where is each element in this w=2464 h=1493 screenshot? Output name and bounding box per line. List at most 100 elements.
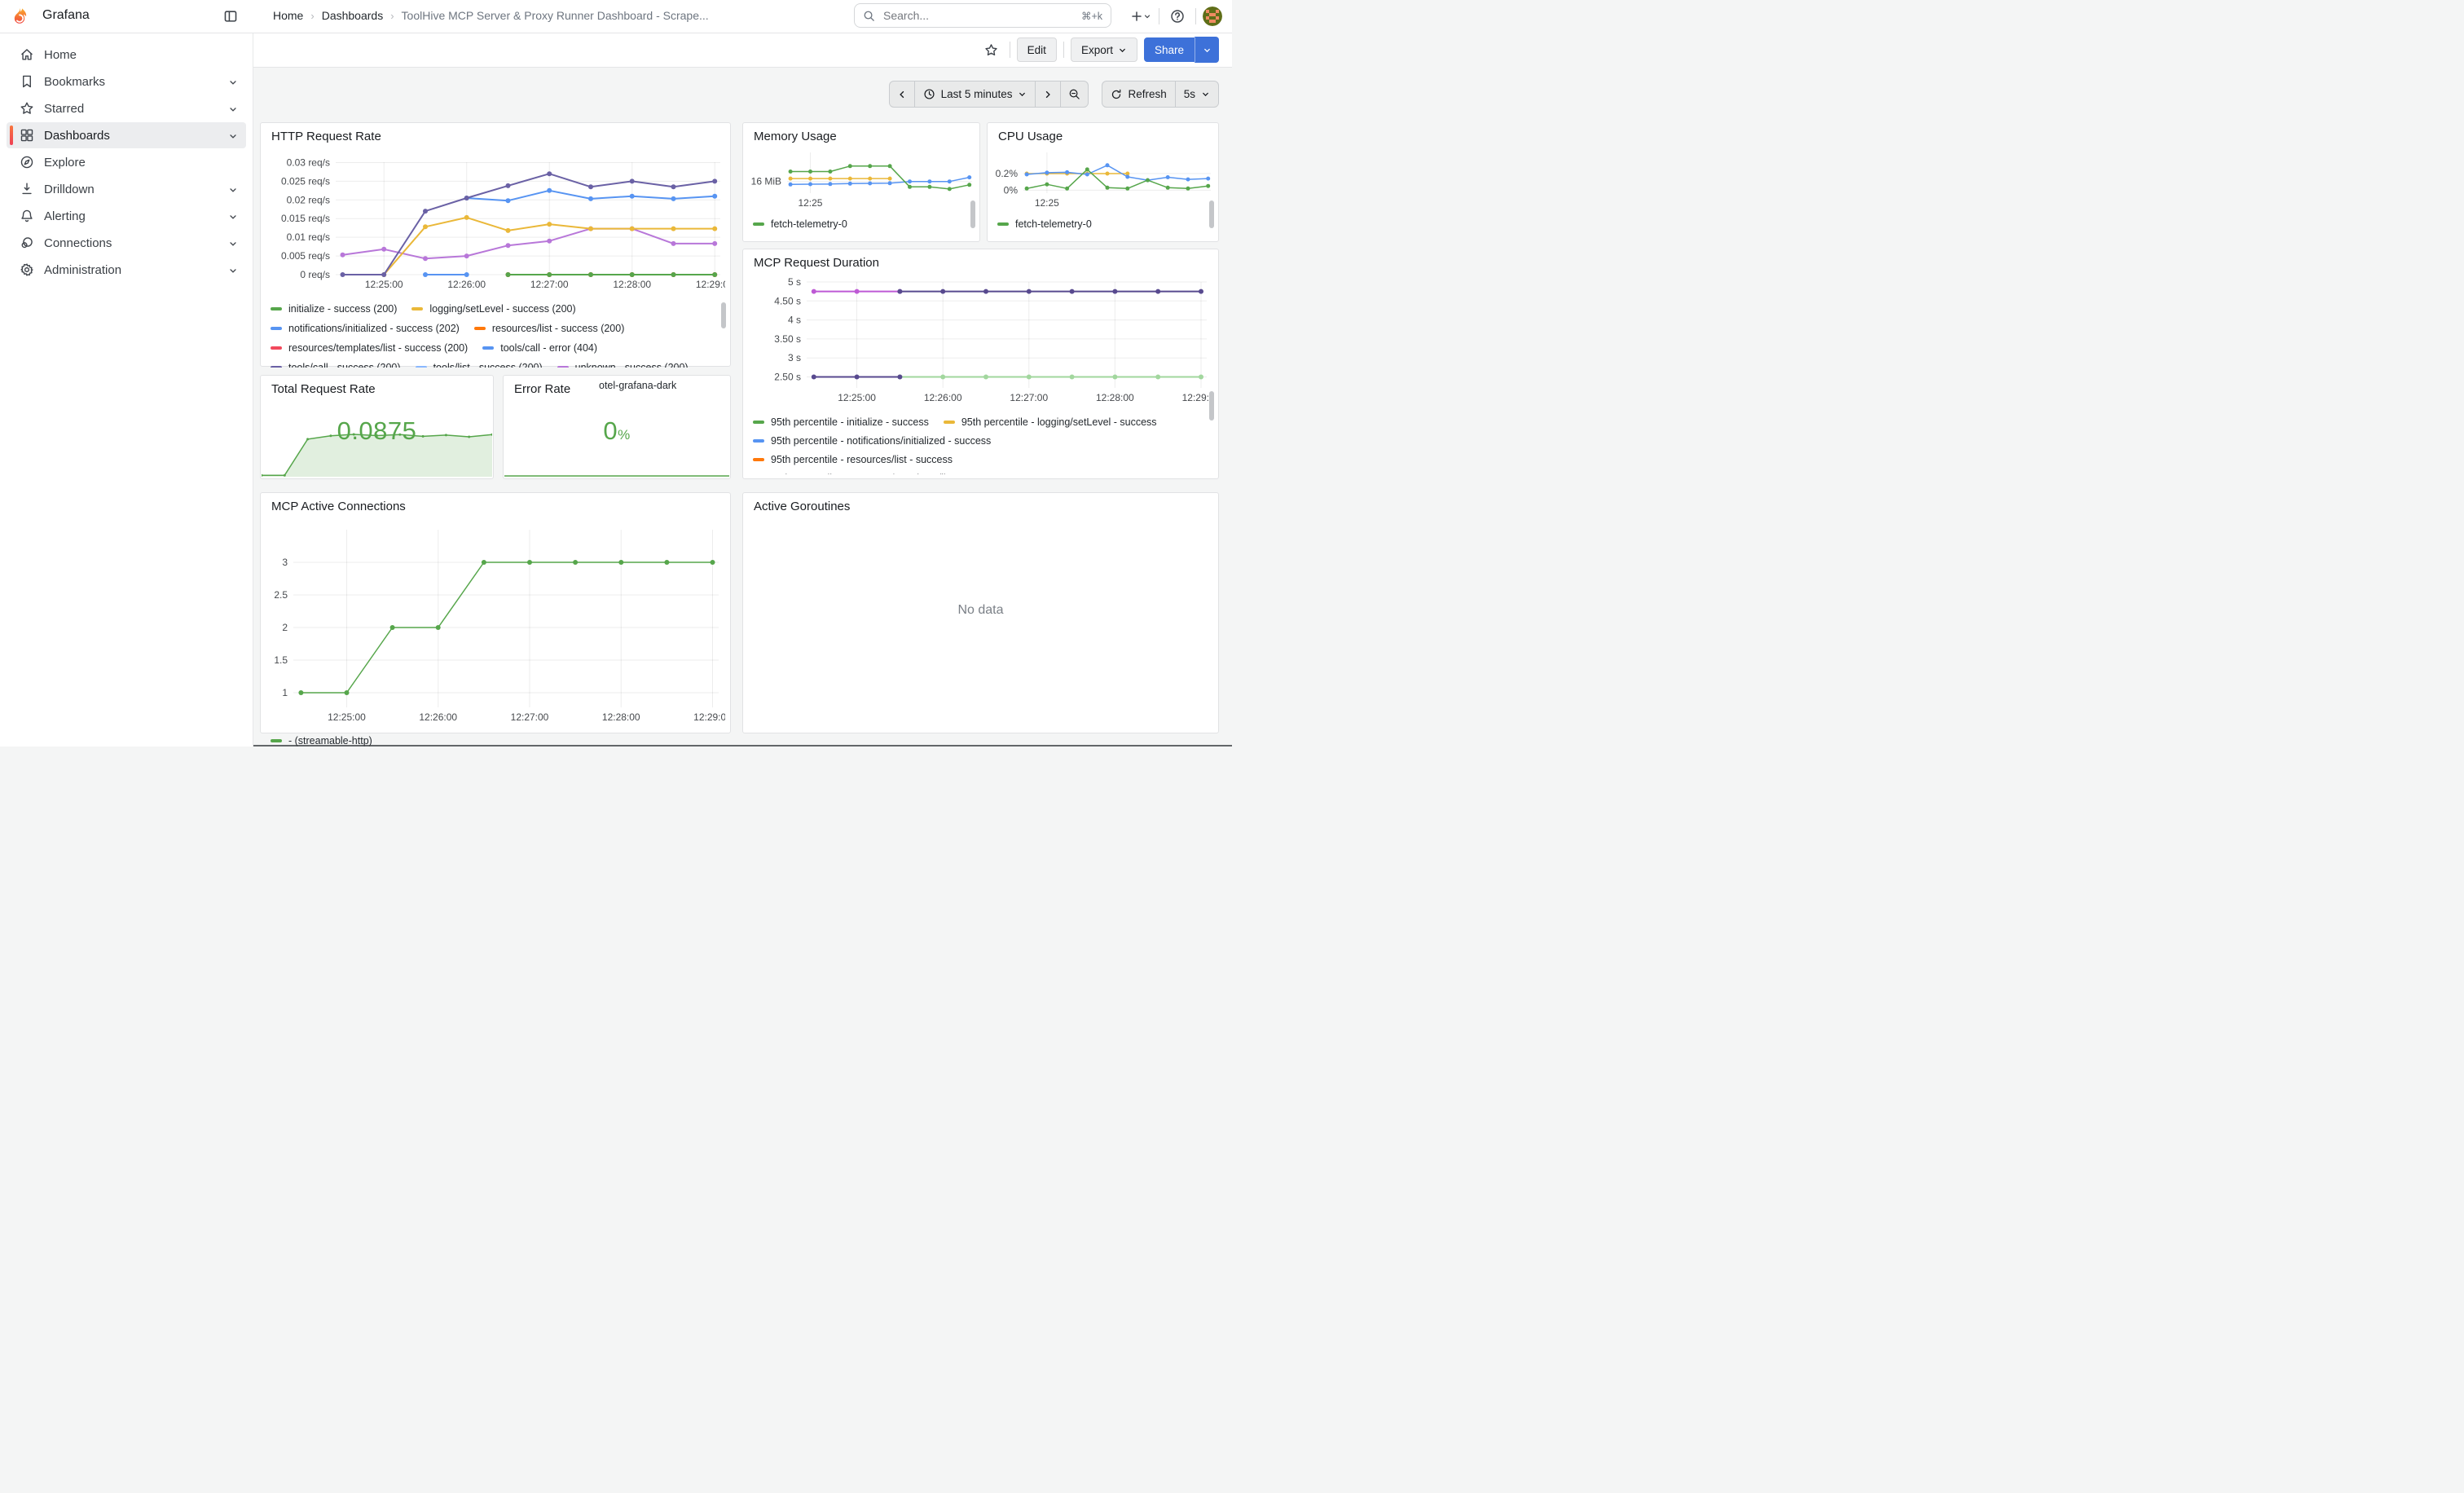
panel-title[interactable]: CPU Usage [998, 130, 1063, 143]
search-shortcut: ⌘+k [1081, 10, 1102, 22]
svg-text:12:26:00: 12:26:00 [924, 392, 962, 403]
svg-text:16 MiB: 16 MiB [751, 176, 781, 187]
favorite-star-icon[interactable] [980, 38, 1003, 61]
legend-item[interactable]: 95th percentile - resources/templates/li… [753, 473, 1000, 475]
mcp-active-connections-chart[interactable]: 12:25:0012:26:0012:27:0012:28:0012:29:00… [267, 526, 725, 729]
svg-text:12:27:00: 12:27:00 [530, 279, 569, 290]
svg-text:12:28:00: 12:28:00 [1096, 392, 1134, 403]
svg-text:0.01 req/s: 0.01 req/s [287, 231, 330, 243]
legend-scrollbar[interactable] [1209, 391, 1214, 421]
svg-text:12:25:00: 12:25:00 [365, 279, 403, 290]
legend-item[interactable]: fetch-telemetry-0 [997, 218, 1092, 230]
grafana-logo-icon[interactable] [10, 7, 29, 26]
svg-text:1: 1 [282, 687, 288, 698]
panel-title[interactable]: Total Request Rate [271, 382, 376, 396]
legend-item[interactable]: initialize - success (200) [271, 303, 397, 315]
breadcrumb-home[interactable]: Home [273, 9, 303, 22]
legend-item[interactable]: tools/call - error (404) [482, 342, 597, 354]
mcp-request-duration-legend: 95th percentile - initialize - success 95… [753, 412, 1202, 474]
edit-button[interactable]: Edit [1017, 37, 1057, 62]
chevron-down-icon[interactable] [228, 77, 238, 86]
add-new-button[interactable] [1129, 5, 1152, 28]
legend-scrollbar[interactable] [1209, 200, 1214, 228]
legend-item[interactable]: tools/list - success (200) [416, 362, 543, 368]
error-rate-sparkline[interactable] [504, 468, 729, 478]
legend-item[interactable]: 95th percentile - initialize - success [753, 416, 929, 428]
panel-title[interactable]: Error Rate [514, 382, 570, 396]
legend-item[interactable]: 95th percentile - logging/setLevel - suc… [944, 416, 1157, 428]
svg-text:12:25: 12:25 [798, 197, 822, 209]
legend-item[interactable]: resources/list - success (200) [474, 323, 625, 334]
user-avatar[interactable] [1203, 7, 1222, 26]
error_rate_spark-svg [504, 468, 729, 478]
share-button[interactable]: Share [1144, 37, 1195, 62]
sidebar-item-connections[interactable]: Connections [7, 230, 246, 256]
datasource-drag-label: otel-grafana-dark [599, 380, 676, 391]
http-request-rate-legend: initialize - success (200) logging/setLev… [271, 299, 714, 368]
time-range-picker[interactable]: Last 5 minutes [914, 81, 1036, 107]
sidebar-item-label: Explore [44, 156, 86, 170]
http-request-rate-chart[interactable]: 12:25:0012:26:0012:27:0012:28:0012:29:00… [267, 154, 725, 294]
panel-title[interactable]: MCP Request Duration [754, 256, 879, 270]
chevron-down-icon[interactable] [228, 103, 238, 113]
legend-item[interactable]: tools/call - success (200) [271, 362, 401, 368]
zoom-out-button[interactable] [1060, 81, 1088, 107]
sidebar-item-administration[interactable]: Administration [7, 257, 246, 283]
mcp-request-duration-chart[interactable]: 12:25:0012:26:0012:27:0012:28:0012:29:00… [750, 274, 1213, 409]
cpu_usage-svg: 12:250.2%0% [992, 148, 1214, 209]
sidebar-item-home[interactable]: Home [7, 42, 246, 68]
sidebar-item-bookmarks[interactable]: Bookmarks [7, 68, 246, 95]
panel-title[interactable]: HTTP Request Rate [271, 130, 381, 143]
breadcrumb: Home › Dashboards › ToolHive MCP Server … [273, 9, 709, 22]
svg-text:12:28:00: 12:28:00 [613, 279, 651, 290]
legend-scrollbar[interactable] [721, 302, 726, 328]
legend-item[interactable]: logging/setLevel - success (200) [411, 303, 575, 315]
cpu-usage-chart[interactable]: 12:250.2%0% [992, 148, 1214, 209]
sidebar-item-explore[interactable]: Explore [7, 149, 246, 175]
share-menu-caret[interactable] [1195, 37, 1219, 63]
sidebar-item-starred[interactable]: Starred [7, 95, 246, 121]
divider [1063, 42, 1064, 58]
time-controls: Last 5 minutes Refresh 5s [889, 81, 1219, 108]
legend-row: fetch-telemetry-0 [753, 214, 957, 234]
breadcrumb-current-page: ToolHive MCP Server & Proxy Runner Dashb… [402, 9, 709, 22]
time-shift-back-button[interactable] [890, 81, 914, 107]
panel-title[interactable]: Active Goroutines [754, 500, 850, 513]
refresh-button[interactable]: Refresh [1102, 81, 1174, 107]
legend-scrollbar[interactable] [970, 200, 975, 228]
legend-item[interactable]: fetch-telemetry-0 [753, 218, 847, 230]
search-box[interactable]: ⌘+k [854, 3, 1111, 28]
search-input[interactable] [882, 8, 1075, 23]
help-icon[interactable] [1166, 5, 1189, 28]
legend-item[interactable]: resources/templates/list - success (200) [271, 342, 468, 354]
sidebar-item-dashboards[interactable]: Dashboards [7, 122, 246, 148]
sidebar-collapse-icon[interactable] [223, 9, 238, 24]
brand-name[interactable]: Grafana [42, 8, 90, 23]
legend-item[interactable]: 95th percentile - resources/list - succe… [753, 454, 953, 465]
legend-item[interactable]: 95th percentile - notifications/initiali… [753, 435, 991, 447]
time-shift-forward-button[interactable] [1035, 81, 1060, 107]
refresh-interval-picker[interactable]: 5s [1175, 81, 1218, 107]
sidebar-item-drilldown[interactable]: Drilldown [7, 176, 246, 202]
legend-row: 95th percentile - notifications/initiali… [753, 431, 1202, 450]
breadcrumb-dashboards[interactable]: Dashboards [322, 9, 384, 22]
export-button[interactable]: Export [1071, 37, 1137, 62]
panel-title[interactable]: MCP Active Connections [271, 500, 406, 513]
chevron-down-icon[interactable] [228, 184, 238, 194]
legend-item[interactable]: notifications/initialized - success (202… [271, 323, 460, 334]
memory-usage-chart[interactable]: 12:25 16 MiB [748, 148, 975, 209]
legend-row: 95th percentile - resources/templates/li… [753, 469, 1202, 474]
sidebar-item-alerting[interactable]: Alerting [7, 203, 246, 229]
chevron-down-icon[interactable] [228, 211, 238, 221]
legend-item[interactable]: unknown - success (200) [557, 362, 689, 368]
svg-text:12:29:00: 12:29:00 [693, 711, 725, 723]
memory-usage-legend: fetch-telemetry-0 [753, 214, 957, 234]
svg-text:12:28:00: 12:28:00 [602, 711, 640, 723]
chevron-down-icon[interactable] [228, 265, 238, 275]
cpu-usage-legend: fetch-telemetry-0 [997, 214, 1193, 234]
chevron-down-icon[interactable] [228, 238, 238, 248]
chevron-down-icon[interactable] [228, 130, 238, 140]
divider [1195, 8, 1196, 24]
svg-text:12:26:00: 12:26:00 [447, 279, 486, 290]
panel-title[interactable]: Memory Usage [754, 130, 837, 143]
